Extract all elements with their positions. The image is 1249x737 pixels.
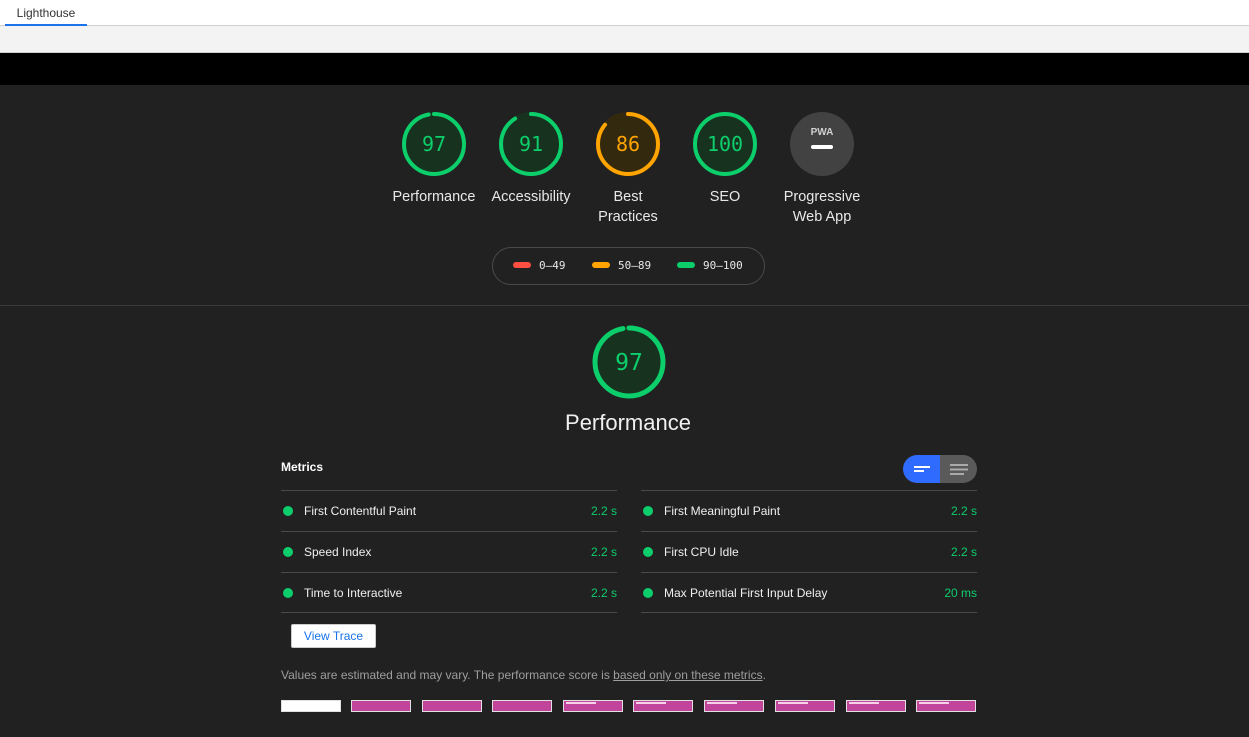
gauge-performance-label: Performance — [392, 189, 476, 205]
expanded-view-icon[interactable] — [950, 464, 968, 475]
pwa-badge-text: PWA — [811, 127, 834, 138]
screenshot-filmstrip — [281, 700, 981, 712]
tab-lighthouse[interactable]: Lighthouse — [5, 0, 87, 26]
compact-view-icon — [914, 466, 930, 472]
estimate-note: Values are estimated and may vary. The p… — [281, 668, 766, 682]
legend-pass-swatch — [677, 262, 695, 268]
legend-average-label: 50–89 — [618, 259, 652, 272]
gauge-best-practices[interactable]: 86 Best Practices — [578, 111, 678, 227]
score-legend: 0–49 50–89 90–100 — [492, 247, 765, 285]
metric-first-contentful-paint: First Contentful Paint 2.2 s — [281, 490, 617, 531]
gauge-accessibility[interactable]: 91 Accessibility — [481, 111, 581, 207]
metric-first-meaningful-paint: First Meaningful Paint 2.2 s — [641, 490, 977, 531]
performance-large-score: 97 — [615, 350, 643, 376]
section-divider — [0, 305, 1249, 306]
gauge-best-practices-ring: 86 — [596, 112, 660, 176]
filmstrip-frame — [704, 700, 764, 712]
gauge-accessibility-ring: 91 — [499, 112, 563, 176]
legend-average-swatch — [592, 262, 610, 268]
filmstrip-frame — [563, 700, 623, 712]
filmstrip-frame — [281, 700, 341, 712]
legend-fail-swatch — [513, 262, 531, 268]
metric-value: 2.2 s — [590, 545, 617, 559]
gauge-best-practices-score: 86 — [616, 132, 640, 156]
filmstrip-frame — [492, 700, 552, 712]
metric-first-cpu-idle: First CPU Idle 2.2 s — [641, 531, 977, 572]
gauge-seo[interactable]: 100 SEO — [675, 111, 775, 207]
pass-dot-icon — [643, 506, 653, 516]
legend-fail: 0–49 — [513, 248, 566, 284]
metric-name: First Meaningful Paint — [664, 504, 781, 518]
metric-time-to-interactive: Time to Interactive 2.2 s — [281, 572, 617, 613]
metric-value: 2.2 s — [950, 545, 977, 559]
metric-name: First Contentful Paint — [304, 504, 417, 518]
gauge-best-practices-label: Best Practices — [598, 189, 658, 225]
metric-value: 2.2 s — [590, 586, 617, 600]
gauge-pwa[interactable]: PWA Progressive Web App — [772, 111, 872, 227]
performance-title: Performance — [565, 410, 691, 435]
metrics-view-toggle[interactable] — [903, 455, 977, 483]
metric-name: Speed Index — [304, 545, 372, 559]
metrics-info-link[interactable]: based only on these metrics — [613, 668, 762, 682]
metric-name: Time to Interactive — [304, 586, 403, 600]
pass-dot-icon — [283, 588, 293, 598]
pass-dot-icon — [283, 506, 293, 516]
filmstrip-frame — [351, 700, 411, 712]
gauge-performance-ring: 97 — [402, 112, 466, 176]
legend-fail-label: 0–49 — [539, 259, 566, 272]
gauge-seo-label: SEO — [709, 189, 741, 205]
metric-max-potential-fid: Max Potential First Input Delay 20 ms — [641, 572, 977, 613]
gauge-accessibility-label: Accessibility — [491, 189, 571, 205]
tab-bar: Lighthouse — [0, 0, 1249, 26]
note-prefix: Values are estimated and may vary. The p… — [281, 668, 614, 682]
gauge-seo-ring: 100 — [693, 112, 757, 176]
legend-pass-label: 90–100 — [703, 259, 743, 272]
metric-value: 2.2 s — [590, 504, 617, 518]
metric-name: Max Potential First Input Delay — [664, 586, 828, 600]
metric-name: First CPU Idle — [664, 545, 739, 559]
filmstrip-frame — [846, 700, 906, 712]
pass-dot-icon — [283, 547, 293, 557]
gauge-seo-score: 100 — [707, 132, 743, 156]
pass-dot-icon — [643, 588, 653, 598]
filmstrip-frame — [916, 700, 976, 712]
metrics-title: Metrics — [281, 460, 324, 474]
note-suffix: . — [762, 668, 766, 682]
metric-value: 2.2 s — [950, 504, 977, 518]
filmstrip-frame — [422, 700, 482, 712]
toggle-compact-view[interactable] — [903, 455, 940, 483]
metric-value: 20 ms — [944, 586, 977, 600]
gauge-performance[interactable]: 97 Performance — [384, 111, 484, 207]
category-gauges: 97 Performance 91 Accessibility 86 Best … — [0, 85, 1249, 305]
gauge-performance-score: 97 — [422, 132, 446, 156]
pwa-badge-icon: PWA — [790, 112, 854, 176]
legend-average: 50–89 — [592, 248, 651, 284]
metrics-left-column: First Contentful Paint 2.2 s Speed Index… — [281, 490, 617, 613]
legend-pass: 90–100 — [677, 248, 743, 284]
view-trace-button[interactable]: View Trace — [291, 624, 376, 648]
metrics-right-column: First Meaningful Paint 2.2 s First CPU I… — [641, 490, 977, 613]
gauge-pwa-label: Progressive Web App — [783, 189, 861, 225]
gauge-accessibility-score: 91 — [519, 132, 543, 156]
top-banner — [0, 53, 1249, 85]
toolbar — [0, 26, 1249, 53]
performance-large-gauge: 97 — [592, 325, 666, 399]
pass-dot-icon — [643, 547, 653, 557]
filmstrip-frame — [633, 700, 693, 712]
filmstrip-frame — [775, 700, 835, 712]
metric-speed-index: Speed Index 2.2 s — [281, 531, 617, 572]
